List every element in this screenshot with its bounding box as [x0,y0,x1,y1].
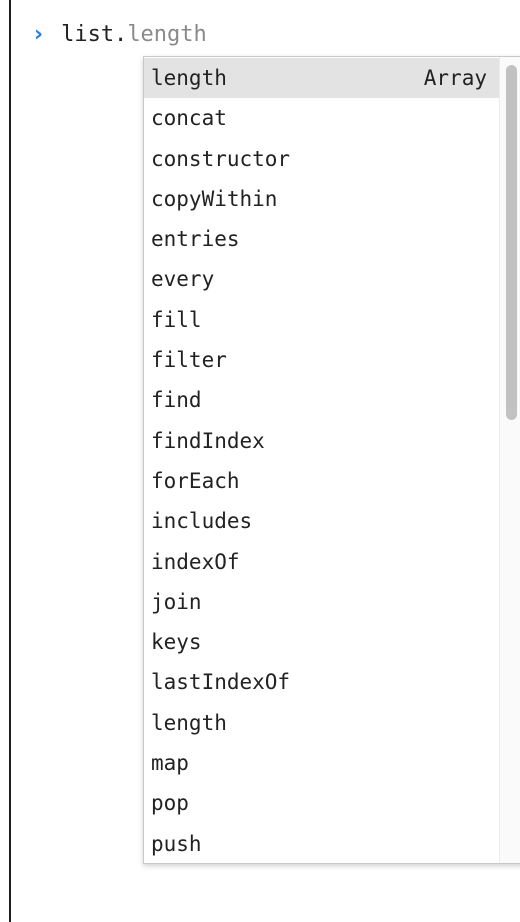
autocomplete-item[interactable]: copyWithin [144,179,499,219]
autocomplete-item-label: length [151,66,227,90]
autocomplete-item-label: findIndex [151,428,265,453]
autocomplete-item[interactable]: filter [144,340,499,380]
autocomplete-item-label: find [151,388,202,413]
autocomplete-item-type: Array [423,66,487,90]
autocomplete-item-label: indexOf [151,549,240,574]
autocomplete-item-label: filter [151,348,227,373]
autocomplete-item[interactable]: forEach [144,461,499,501]
console-typed-text[interactable]: list. [61,22,127,47]
autocomplete-item[interactable]: join [144,582,499,622]
autocomplete-item[interactable]: findIndex [144,421,499,461]
console-inline-suggestion: length [127,21,207,47]
autocomplete-item-label: includes [151,509,253,534]
console-left-border [9,0,11,922]
chevron-right-icon: › [34,21,44,47]
autocomplete-item-label: forEach [151,468,240,493]
autocomplete-item[interactable]: pop [144,783,499,823]
autocomplete-item-label: lastIndexOf [151,670,291,695]
autocomplete-item-label: length [151,710,227,735]
autocomplete-item[interactable]: entries [144,219,499,259]
autocomplete-item-label: constructor [151,146,291,171]
autocomplete-item[interactable]: length [144,703,499,743]
autocomplete-item[interactable]: lastIndexOf [144,662,499,702]
console-input-line[interactable]: › list. length [34,18,207,50]
autocomplete-item-label: entries [151,227,240,252]
autocomplete-item[interactable]: includes [144,501,499,541]
autocomplete-item[interactable]: concat [144,98,499,138]
autocomplete-list: length Array concat constructor copyWithin en… [144,58,520,863]
autocomplete-item[interactable]: length Array [144,58,499,99]
autocomplete-item-label: push [151,831,202,856]
autocomplete-item-label: concat [151,106,227,131]
autocomplete-popup[interactable]: length Array concat constructor copyWithin en… [143,56,520,864]
autocomplete-item[interactable]: keys [144,622,499,662]
autocomplete-item[interactable]: constructor [144,139,499,179]
autocomplete-item[interactable]: every [144,259,499,299]
autocomplete-scrollbar-thumb[interactable] [506,65,517,420]
autocomplete-item[interactable]: indexOf [144,542,499,582]
autocomplete-item-label: join [151,589,202,614]
autocomplete-item-label: fill [151,307,202,332]
autocomplete-item-label: keys [151,630,202,655]
autocomplete-item-label: copyWithin [151,186,278,211]
autocomplete-item-label: pop [151,791,189,816]
autocomplete-item[interactable]: fill [144,300,499,340]
autocomplete-item-label: every [151,267,215,292]
autocomplete-item[interactable]: push [144,824,499,863]
autocomplete-item[interactable]: find [144,380,499,420]
autocomplete-item-label: map [151,751,189,776]
autocomplete-item[interactable]: map [144,743,499,783]
